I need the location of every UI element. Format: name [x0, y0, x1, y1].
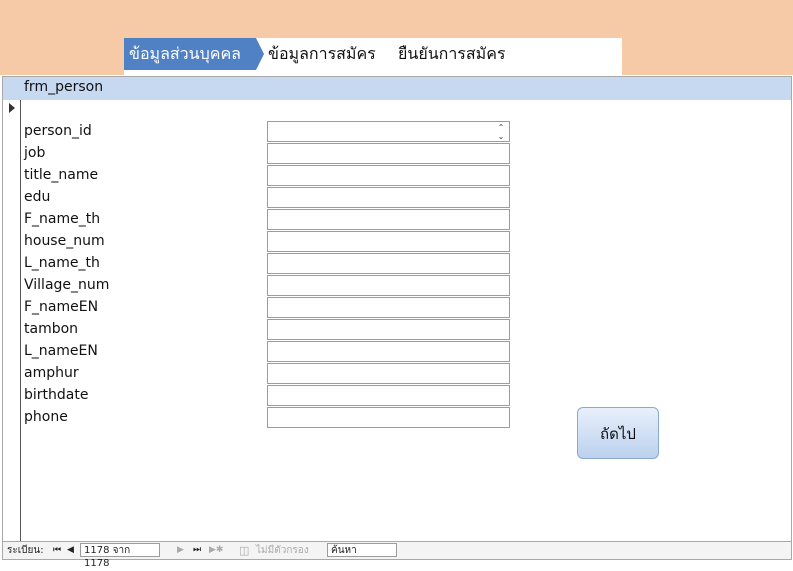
field-edu-label: edu: [24, 189, 51, 205]
field-l-name-th-label: L_name_th: [24, 255, 100, 271]
field-birthdate-label: birthdate: [24, 387, 89, 403]
previous-record-icon[interactable]: ◀: [67, 542, 74, 559]
field-l-name-en-input[interactable]: [267, 341, 510, 362]
tab-personal-info[interactable]: ข้อมูลส่วนบุคคล: [124, 38, 256, 70]
active-tab-corner: [256, 38, 264, 70]
tab-bar: ข้อมูลส่วนบุคคล ข้อมูลการสมัคร ยืนยันการ…: [124, 38, 622, 75]
field-person-id-input[interactable]: ⌃ ⌄: [267, 121, 510, 142]
field-f-name-en-input[interactable]: [267, 297, 510, 318]
tab-confirm-application[interactable]: ยืนยันการสมัคร: [398, 38, 506, 70]
field-phone-label: phone: [24, 409, 68, 425]
field-f-name-th-input[interactable]: [267, 209, 510, 230]
field-job-label: job: [24, 145, 46, 161]
first-record-icon[interactable]: ⏮: [53, 542, 61, 559]
field-house-num-label: house_num: [24, 233, 105, 249]
field-village-num-input[interactable]: [267, 275, 510, 296]
field-f-name-th-label: F_name_th: [24, 211, 101, 227]
field-title-name-label: title_name: [24, 167, 99, 183]
record-navigation-bar: ระเบียน: ⏮ ◀ 1178 จาก 1178 ▶ ⏭ ▶✱ ◫ ไม่ม…: [3, 541, 791, 569]
field-title-name-input[interactable]: [267, 165, 510, 186]
field-tambon-label: tambon: [24, 321, 79, 337]
new-record-icon[interactable]: ▶✱: [209, 542, 223, 559]
field-l-name-en-label: L_nameEN: [24, 343, 98, 359]
field-house-num-input[interactable]: [267, 231, 510, 252]
record-selector[interactable]: [3, 100, 21, 541]
tab-application-info[interactable]: ข้อมูลการสมัคร: [268, 38, 376, 70]
subform-frame: frm_person person_id ⌃ ⌄ job title_name e…: [2, 76, 792, 569]
record-label: ระเบียน:: [7, 545, 44, 556]
field-phone-input[interactable]: [267, 407, 510, 428]
spinner-icon[interactable]: ⌃ ⌄: [495, 123, 507, 141]
search-input[interactable]: ค้นหา: [327, 543, 397, 557]
tab-label: ข้อมูลการสมัคร: [268, 44, 376, 63]
field-l-name-th-input[interactable]: [267, 253, 510, 274]
field-edu-input[interactable]: [267, 187, 510, 208]
no-filter-icon: ◫: [239, 544, 250, 557]
no-filter-label[interactable]: ไม่มีตัวกรอง: [256, 542, 309, 559]
next-button[interactable]: ถัดไป: [577, 407, 659, 459]
field-tambon-input[interactable]: [267, 319, 510, 340]
field-f-name-en-label: F_nameEN: [24, 299, 99, 315]
record-position-input[interactable]: 1178 จาก 1178: [80, 543, 160, 569]
field-person-id-label: person_id: [24, 123, 92, 139]
form-title: frm_person: [24, 79, 104, 95]
next-record-icon[interactable]: ▶: [177, 542, 184, 559]
field-village-num-label: Village_num: [24, 277, 110, 293]
field-amphur-label: amphur: [24, 365, 79, 381]
field-birthdate-input[interactable]: [267, 385, 510, 406]
tab-label: ยืนยันการสมัคร: [398, 44, 506, 63]
field-job-input[interactable]: [267, 143, 510, 164]
tab-label: ข้อมูลส่วนบุคคล: [129, 44, 241, 63]
current-record-arrow-icon: [9, 103, 15, 113]
last-record-icon[interactable]: ⏭: [193, 542, 201, 559]
field-amphur-input[interactable]: [267, 363, 510, 384]
form-header: frm_person: [3, 77, 791, 100]
